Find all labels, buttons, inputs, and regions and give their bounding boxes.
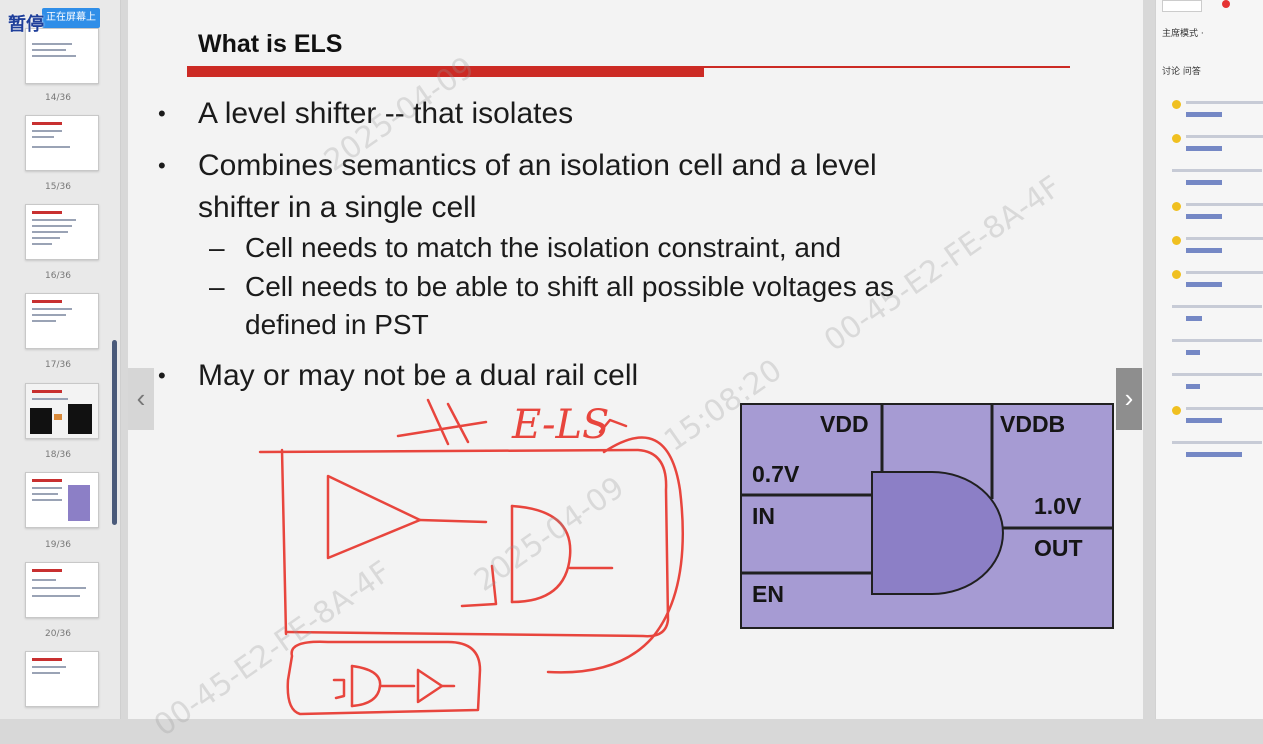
vddb-label: VDDB xyxy=(1000,411,1066,437)
thumbnail-scrollbar[interactable] xyxy=(112,340,117,525)
thumbnail-page-number: 18/36 xyxy=(45,450,71,460)
bullet-item: • Combines semantics of an isolation cell… xyxy=(158,149,877,182)
chat-message xyxy=(1162,134,1263,160)
slide-thumbnail[interactable] xyxy=(25,651,99,707)
watermark-id: 00-45-E2-FE-8A-4F xyxy=(818,169,1068,359)
thumbnail-page-number: 16/36 xyxy=(45,271,71,281)
chat-top-button[interactable] xyxy=(1162,0,1202,12)
bullet-item-continued: shifter in a single cell xyxy=(198,191,477,224)
chevron-left-icon: ‹ xyxy=(136,383,146,413)
slide-thumbnail[interactable] xyxy=(25,28,99,84)
chat-message xyxy=(1162,202,1263,228)
en-label: EN xyxy=(752,581,784,607)
out-label: OUT xyxy=(1034,535,1083,561)
sub-bullet-item: – Cell needs to be able to shift all poss… xyxy=(209,271,895,302)
chat-message xyxy=(1162,100,1263,126)
next-slide-button[interactable]: › xyxy=(1116,368,1142,430)
previous-slide-button[interactable]: ‹ xyxy=(128,368,154,430)
slide-thumbnail[interactable] xyxy=(25,383,99,439)
slide-thumbnail[interactable] xyxy=(25,562,99,618)
slide-canvas: What is ELS • A level shifter -- that iso… xyxy=(128,0,1143,744)
hand-drawn-annotation: E-LS xyxy=(258,398,685,716)
input-voltage-label: 0.7V xyxy=(752,461,800,487)
slide-thumbnail[interactable] xyxy=(25,115,99,171)
chat-message xyxy=(1162,236,1263,262)
slide-thumbnail[interactable] xyxy=(25,472,99,528)
thumbnail-page-number: 15/36 xyxy=(45,182,71,192)
chat-message xyxy=(1162,338,1262,364)
title-underline-thin xyxy=(704,66,1070,68)
title-underline xyxy=(187,66,704,77)
thumbnail-page-number: 14/36 xyxy=(45,93,71,103)
chat-panel: 主席模式 · 讨论 问答 xyxy=(1155,0,1263,719)
chat-mode-label[interactable]: 主席模式 · xyxy=(1162,26,1204,39)
thumbnail-page-number: 20/36 xyxy=(45,629,71,639)
chat-message xyxy=(1162,270,1263,296)
thumbnail-page-number: 19/36 xyxy=(45,540,71,550)
chat-message xyxy=(1162,168,1262,194)
bullet-item: • A level shifter -- that isolates xyxy=(158,97,574,130)
chat-tabs[interactable]: 讨论 问答 xyxy=(1162,64,1201,77)
els-annotation-text: E-LS xyxy=(511,402,609,448)
in-label: IN xyxy=(752,503,775,529)
slide-thumbnail[interactable] xyxy=(25,293,99,349)
notification-dot xyxy=(1222,0,1230,8)
slide-thumbnail-panel: 暂停 正在屏幕上传 14/36 15/36 16/36 17/36 18/36 … xyxy=(0,0,121,719)
pause-label[interactable]: 暂停 xyxy=(8,10,44,36)
els-cell-diagram: VDD VDDB 0.7V IN EN 1.0V OUT xyxy=(740,403,1114,629)
chat-message xyxy=(1162,372,1262,398)
sub-bullet-item: – Cell needs to match the isolation const… xyxy=(209,232,842,263)
output-voltage-label: 1.0V xyxy=(1034,493,1082,519)
chat-message xyxy=(1162,406,1263,432)
chat-message xyxy=(1162,440,1262,466)
slide-title: What is ELS xyxy=(198,30,343,58)
vdd-label: VDD xyxy=(820,411,869,437)
screen-share-button[interactable]: 正在屏幕上传 xyxy=(42,8,100,43)
chevron-right-icon: › xyxy=(1124,383,1134,413)
sub-bullet-item-continued: defined in PST xyxy=(245,309,429,340)
thumbnail-page-number: 17/36 xyxy=(45,360,71,370)
slide-thumbnail[interactable] xyxy=(25,204,99,260)
chat-message xyxy=(1162,304,1262,330)
